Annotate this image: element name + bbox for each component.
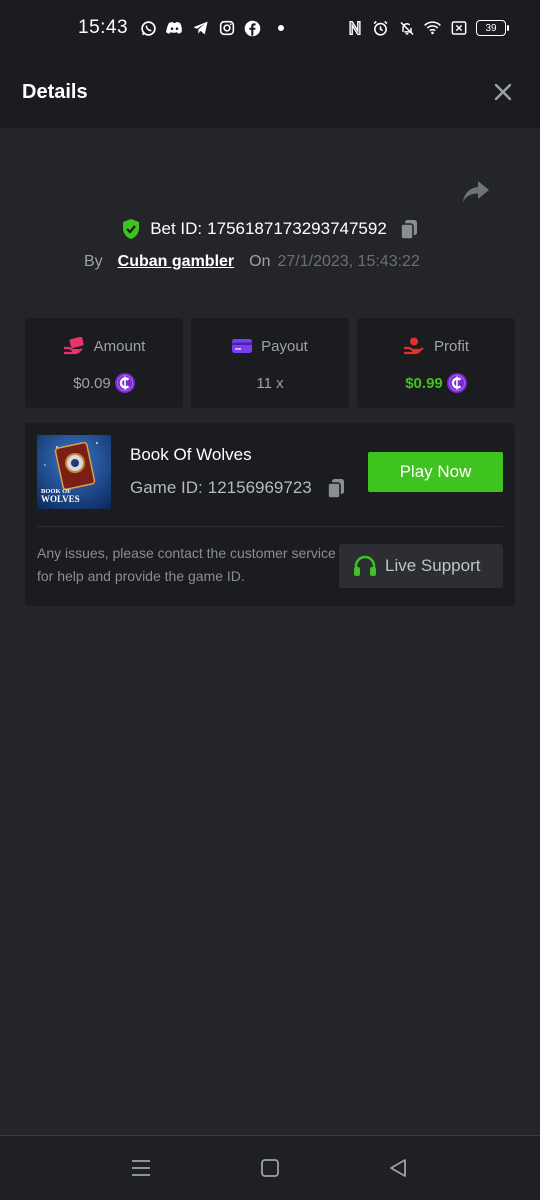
stat-amount-label: Amount (93, 337, 146, 355)
share-button[interactable] (461, 178, 491, 206)
bet-by-row: By Cuban gambler On 27/1/2023, 15:43:22 (84, 248, 420, 276)
game-id-label: Game ID: (130, 478, 203, 497)
game-name: Book Of Wolves (130, 445, 252, 464)
menu-button[interactable] (129, 1156, 153, 1180)
live-support-button[interactable]: Live Support (339, 544, 503, 588)
nfc-icon (346, 20, 363, 37)
card-icon (232, 339, 253, 353)
coin-icon (114, 373, 135, 393)
bet-id-row: Bet ID: 1756187173293747592 (0, 214, 540, 244)
stat-amount-value: $0.09 (73, 374, 111, 392)
bet-date: 27/1/2023, 15:43:22 (277, 253, 420, 270)
telegram-icon (192, 20, 209, 37)
x-icon (450, 20, 467, 37)
live-support-label: Live Support (385, 556, 481, 575)
by-label: By (84, 253, 103, 270)
close-button[interactable] (492, 81, 514, 103)
support-hint-text: Any issues, please contact the customer … (37, 545, 336, 584)
stat-profit-value: $0.99 (405, 374, 443, 392)
back-button[interactable] (386, 1156, 410, 1180)
home-button[interactable] (258, 1156, 282, 1180)
facebook-icon (244, 20, 261, 37)
stat-payout-label: Payout (261, 337, 308, 355)
details-header: Details (0, 56, 540, 128)
battery-icon: 39 (476, 20, 509, 36)
bell-off-icon (398, 20, 415, 37)
stat-profit: Profit $0.99 (357, 318, 515, 408)
bet-id-value: 1756187173293747592 (207, 219, 387, 238)
whatsapp-icon (140, 20, 157, 37)
stat-payout-value: 11 x (256, 374, 284, 392)
stat-profit-label: Profit (433, 337, 469, 355)
hand-coins-icon (403, 337, 424, 355)
share-icon (463, 181, 489, 202)
menu-icon (132, 1160, 150, 1176)
headset-icon (354, 555, 376, 576)
back-icon (390, 1159, 406, 1177)
status-bar: 15:43 39 (0, 0, 540, 56)
discord-icon (166, 20, 183, 37)
play-now-button[interactable]: Play Now (368, 452, 503, 492)
bet-id-label: Bet ID: (150, 219, 203, 238)
wifi-icon (424, 20, 441, 37)
copy-bet-id-icon[interactable] (399, 218, 419, 240)
game-thumbnail[interactable]: BOOK OF WOLVES (37, 435, 111, 509)
copy-game-id-icon[interactable] (326, 477, 346, 499)
game-thumb-title-2: WOLVES (41, 494, 80, 504)
divider (37, 526, 503, 527)
close-icon (494, 83, 512, 101)
stat-amount: Amount $0.09 (25, 318, 183, 408)
page-title: Details (22, 80, 88, 103)
instagram-icon (218, 20, 235, 37)
battery-level: 39 (485, 22, 497, 34)
bet-stats: Amount $0.09 Payout 11 x Profit $0.99 (25, 318, 515, 408)
status-time: 15:43 (78, 17, 129, 38)
on-label: On (249, 253, 271, 270)
verified-shield-icon (123, 219, 140, 239)
coin-icon (446, 373, 467, 393)
user-link[interactable]: Cuban gambler (118, 253, 234, 271)
system-nav-bar (0, 1135, 540, 1200)
notification-dot-icon (278, 25, 285, 31)
stat-payout: Payout 11 x (191, 318, 349, 408)
alarm-icon (372, 20, 389, 37)
home-icon (261, 1159, 279, 1177)
game-id-row: Game ID: 12156969723 (130, 477, 346, 499)
game-card: BOOK OF WOLVES Book Of Wolves Game ID: 1… (25, 423, 515, 606)
hand-money-icon (63, 337, 84, 355)
game-id-value: 12156969723 (207, 478, 312, 497)
